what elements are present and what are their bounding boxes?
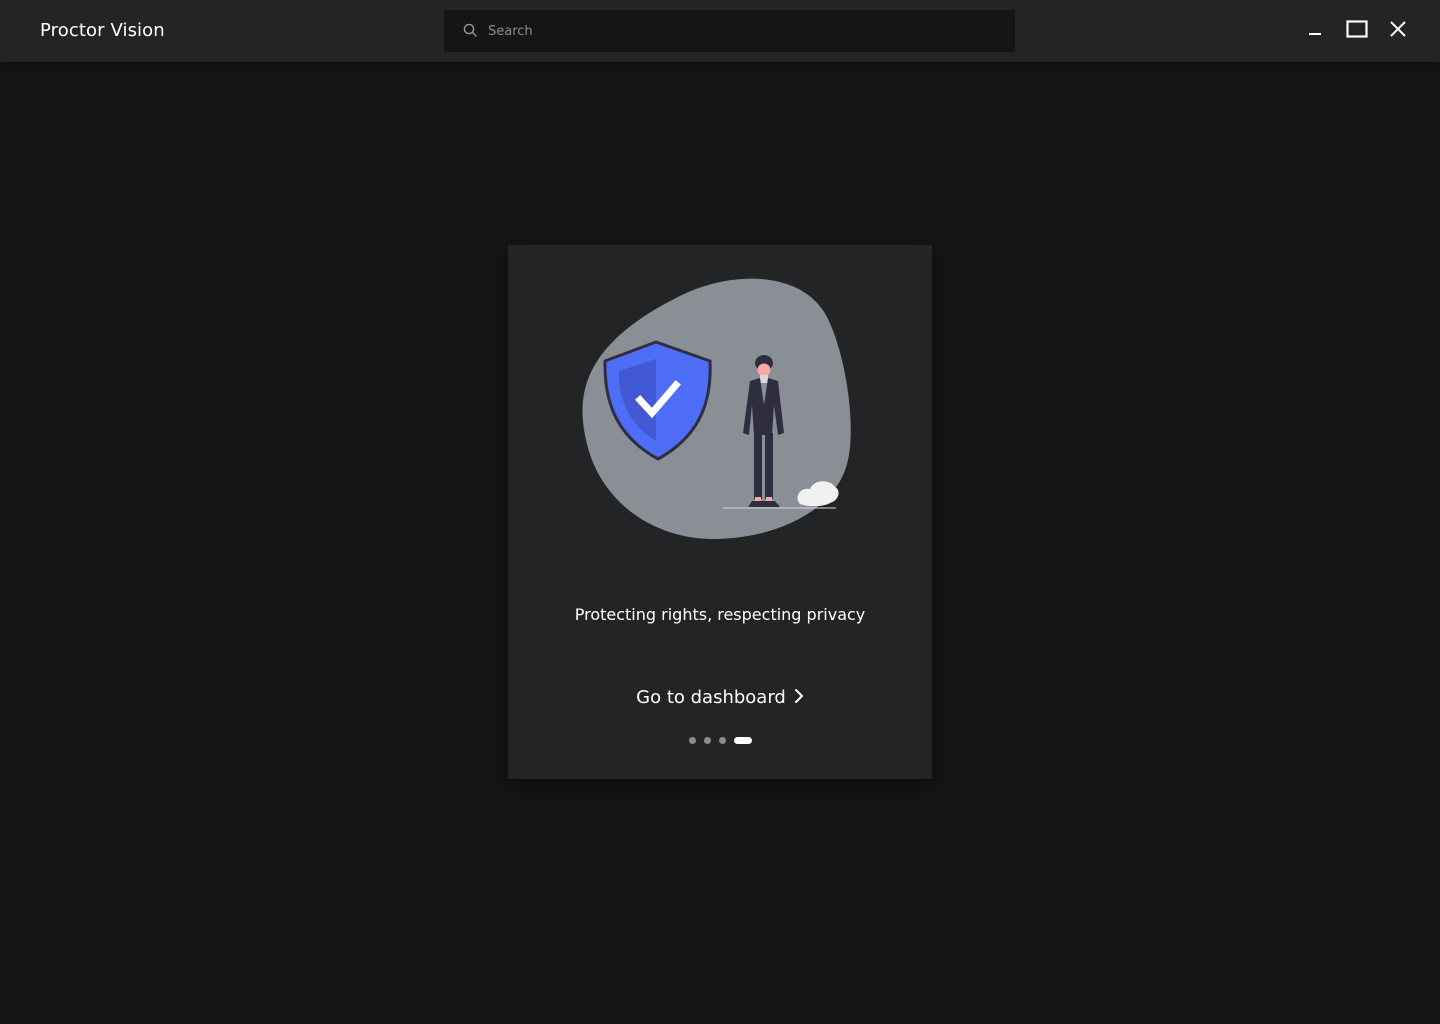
search-input[interactable] [486,22,990,40]
search-icon [463,22,477,41]
minimize-icon [1307,21,1323,41]
app-title: Proctor Vision [40,20,165,41]
pager-dot[interactable] [688,736,696,744]
security-shield-person-illustration [578,275,868,545]
pager-dot[interactable] [703,736,711,744]
go-to-dashboard-label: Go to dashboard [636,687,786,708]
carousel-pager [508,736,932,744]
go-to-dashboard-button[interactable]: Go to dashboard [508,685,932,711]
maximize-icon [1346,20,1368,42]
minimize-button[interactable] [1300,16,1330,46]
title-bar: Proctor Vision [0,0,1440,62]
chevron-right-icon [786,688,804,708]
pager-dot[interactable] [718,736,726,744]
search-box[interactable] [444,10,1015,52]
maximize-button[interactable] [1342,16,1372,46]
close-icon [1389,20,1407,42]
onboarding-card: Protecting rights, respecting privacy Go… [508,245,932,779]
tagline-text: Protecting rights, respecting privacy [574,605,866,624]
close-button[interactable] [1383,16,1413,46]
pager-dot-active[interactable] [733,736,752,744]
